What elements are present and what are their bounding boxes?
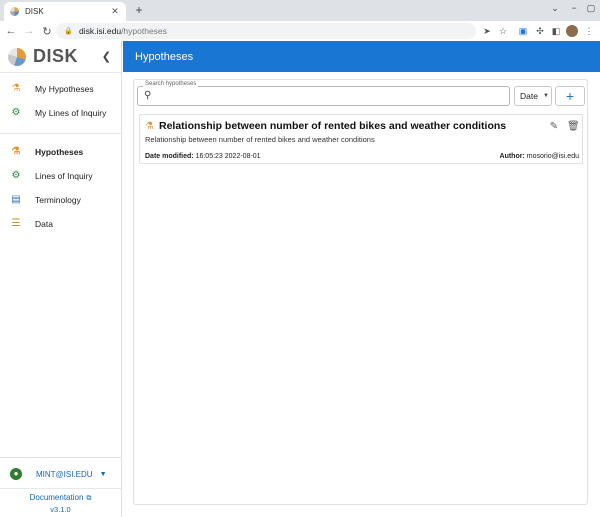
personal-nav: ⚗ My Hypotheses ⚙ My Lines of Inquiry — [0, 73, 121, 134]
external-link-icon: ⧉ — [86, 495, 92, 502]
main-content: Search hypotheses ⚲ Date ▼ + ⚗ Relations… — [123, 72, 600, 517]
url-host: disk.isi.edu — [79, 26, 122, 36]
sidebar-item-label: Terminology — [35, 195, 81, 205]
bookmark-star-icon[interactable]: ☆ — [497, 25, 509, 37]
caret-down-icon: ▼ — [542, 93, 549, 99]
hypothesis-title[interactable]: Relationship between number of rented bi… — [159, 120, 506, 132]
author-value: mosorio@isi.edu — [526, 153, 579, 160]
sidebar-item-label: Hypotheses — [35, 147, 84, 157]
search-field[interactable]: Search hypotheses ⚲ — [137, 81, 510, 106]
maximize-icon[interactable]: ▢ — [585, 3, 597, 14]
app-bar: Hypotheses — [123, 41, 600, 72]
address-bar[interactable]: 🔒 disk.isi.edu/hypotheses — [56, 23, 476, 39]
close-tab-icon[interactable]: ✕ — [110, 6, 120, 17]
sidebar: DISK ❮ ⚗ My Hypotheses ⚙ My Lines of Inq… — [0, 41, 122, 517]
sidebar-item-data[interactable]: ☰ Data — [0, 212, 121, 236]
flask-icon: ⚗ — [145, 120, 154, 132]
sidebar-item-label: Lines of Inquiry — [35, 171, 93, 181]
global-nav: ⚗ Hypotheses ⚙ Lines of Inquiry ▤ Termin… — [0, 134, 121, 244]
hypothesis-description: Relationship between number of rented bi… — [145, 135, 375, 144]
card-actions: ✎ 🗑 — [541, 121, 580, 132]
date-modified: Date modified: 16:05:23 2022-08-01 — [145, 153, 261, 160]
tab-title: DISK — [25, 7, 44, 16]
disk-logo-icon — [8, 47, 26, 66]
extension-screen-icon[interactable]: ▣ — [517, 25, 529, 37]
minimize-icon[interactable]: − — [568, 3, 580, 13]
browser-tabstrip: DISK ✕ + ⌄ − ▢ — [0, 0, 600, 21]
back-icon[interactable]: ← — [4, 25, 18, 37]
author: Author: mosorio@isi.edu — [500, 153, 579, 160]
hypothesis-card[interactable]: ⚗ Relationship between number of rented … — [139, 114, 583, 164]
gear-icon: ⚙ — [11, 170, 21, 181]
new-tab-icon[interactable]: + — [132, 3, 146, 17]
disk-favicon-icon — [10, 7, 19, 16]
card-meta: Date modified: 16:05:23 2022-08-01 Autho… — [145, 153, 579, 160]
page-title: Hypotheses — [135, 50, 194, 63]
author-label: Author: — [499, 153, 525, 160]
url-path: /hypotheses — [121, 26, 167, 36]
profile-avatar-icon[interactable] — [566, 25, 578, 37]
date-modified-value: 16:05:23 2022-08-01 — [195, 153, 261, 160]
sort-selected-value: Date — [520, 91, 538, 101]
sidebar-item-hypotheses[interactable]: ⚗ Hypotheses — [0, 140, 121, 164]
chevron-down-icon: ▼ — [99, 470, 107, 478]
lock-icon: 🔒 — [64, 28, 73, 35]
card-header: ⚗ Relationship between number of rented … — [145, 118, 580, 134]
flask-icon: ⚗ — [11, 83, 21, 94]
documentation-link[interactable]: Documentation ⧉ — [0, 488, 121, 503]
search-input[interactable] — [158, 90, 498, 102]
sort-select[interactable]: Date ▼ — [514, 86, 552, 106]
search-icon: ⚲ — [144, 90, 152, 101]
side-panel-icon[interactable]: ◧ — [550, 25, 562, 37]
user-account-icon: ● — [10, 468, 22, 480]
share-icon[interactable]: ➤ — [481, 25, 493, 37]
browser-tab[interactable]: DISK ✕ — [4, 2, 126, 21]
tab-search-icon[interactable]: ⌄ — [549, 3, 561, 14]
sidebar-item-my-hypotheses[interactable]: ⚗ My Hypotheses — [0, 77, 121, 101]
flask-icon: ⚗ — [11, 146, 21, 157]
list-icon: ☰ — [11, 218, 21, 229]
browser-toolbar: ← → ↻ 🔒 disk.isi.edu/hypotheses ➤ ☆ ▣ ✣ … — [0, 21, 600, 41]
add-hypothesis-button[interactable]: + — [555, 86, 585, 106]
hypotheses-panel: Search hypotheses ⚲ Date ▼ + ⚗ Relations… — [133, 79, 588, 505]
version-label: v3.1.0 — [50, 505, 71, 514]
book-icon: ▤ — [11, 194, 21, 205]
documentation-label: Documentation — [29, 493, 84, 502]
sidebar-item-terminology[interactable]: ▤ Terminology — [0, 188, 121, 212]
sidebar-item-label: My Lines of Inquiry — [35, 108, 107, 118]
edit-pencil-icon[interactable]: ✎ — [549, 121, 559, 132]
extensions-puzzle-icon[interactable]: ✣ — [534, 25, 546, 37]
user-name: MINT@ISI.EDU — [36, 469, 93, 479]
sidebar-footer: ● MINT@ISI.EDU ▼ Documentation ⧉ v3.1.0 — [0, 457, 121, 517]
brand-name: DISK — [33, 46, 79, 66]
delete-trash-icon[interactable]: 🗑 — [567, 121, 580, 132]
search-label: Search hypotheses — [143, 81, 199, 87]
sidebar-item-lines-of-inquiry[interactable]: ⚙ Lines of Inquiry — [0, 164, 121, 188]
collapse-sidebar-icon[interactable]: ❮ — [102, 50, 111, 63]
sidebar-item-label: My Hypotheses — [35, 84, 94, 94]
sidebar-item-my-lines-of-inquiry[interactable]: ⚙ My Lines of Inquiry — [0, 101, 121, 125]
browser-menu-icon[interactable]: ⋮ — [583, 25, 595, 37]
date-modified-label: Date modified: — [145, 153, 194, 160]
brand-header: DISK ❮ — [0, 41, 121, 73]
reload-icon[interactable]: ↻ — [40, 25, 54, 38]
sidebar-item-label: Data — [35, 219, 53, 229]
forward-icon[interactable]: → — [22, 25, 36, 37]
user-menu[interactable]: ● MINT@ISI.EDU ▼ — [0, 464, 121, 484]
gear-icon: ⚙ — [11, 107, 21, 118]
